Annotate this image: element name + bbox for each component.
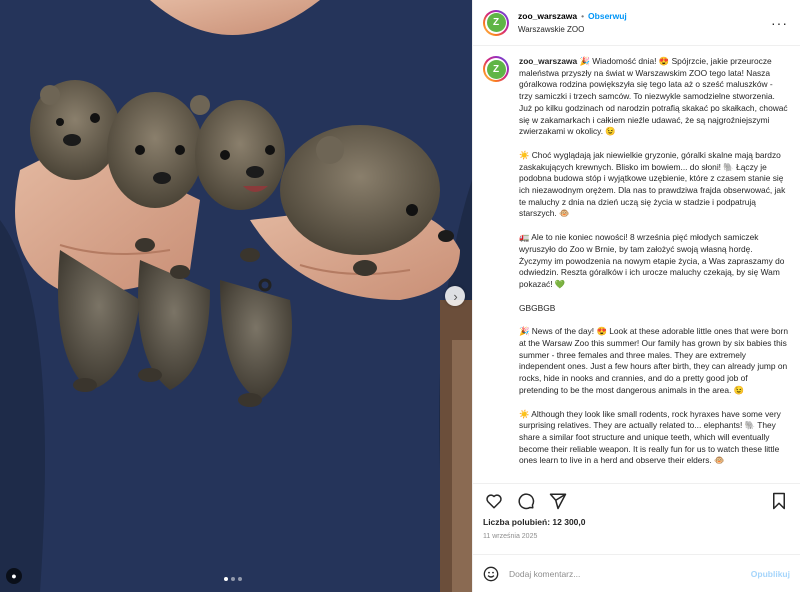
- zoo-logo-icon: Z: [492, 17, 500, 28]
- send-icon: [549, 493, 567, 509]
- author-line: zoo_warszawa • Obserwuj: [518, 10, 627, 23]
- caption-text: 🎉 Wiadomość dnia! 😍 Spójrzcie, jakie prz…: [519, 56, 788, 137]
- caption-scroll-area[interactable]: Z zoo_warszawa 🎉 Wiadomość dnia! 😍 Spójr…: [473, 46, 800, 483]
- share-button[interactable]: [547, 490, 569, 512]
- instagram-post-modal: › ● Z zoo_warszawa • Obserwuj Warszawski…: [0, 0, 800, 592]
- comment-button[interactable]: [515, 490, 537, 512]
- avatar-logo: Z: [486, 59, 506, 79]
- more-options-icon[interactable]: ···: [771, 15, 788, 31]
- caption-paragraph: GBGBGB: [519, 302, 556, 313]
- avatar-ring: Z: [485, 11, 507, 34]
- author-username[interactable]: zoo_warszawa: [518, 11, 577, 21]
- carousel-indicator: [224, 577, 242, 581]
- comment-input[interactable]: [509, 568, 751, 579]
- save-button[interactable]: [768, 490, 790, 512]
- hyrax-photo-illustration: [0, 0, 472, 592]
- caption-avatar[interactable]: Z: [483, 56, 509, 82]
- post-author-info: zoo_warszawa • Obserwuj Warszawskie ZOO: [518, 10, 627, 36]
- post-date[interactable]: 11 września 2025: [473, 530, 800, 548]
- caption-paragraph: ☀️ Although they look like small rodents…: [519, 408, 781, 466]
- caption-username[interactable]: zoo_warszawa: [519, 56, 577, 66]
- user-icon: ●: [11, 571, 17, 581]
- emoji-icon[interactable]: [483, 566, 499, 582]
- chevron-right-icon: ›: [453, 288, 458, 304]
- carousel-dot: [231, 577, 235, 581]
- post-details-panel: Z zoo_warszawa • Obserwuj Warszawskie ZOO …: [472, 0, 800, 592]
- avatar[interactable]: Z: [483, 9, 509, 36]
- post-caption: zoo_warszawa 🎉 Wiadomość dnia! 😍 Spójrzc…: [519, 56, 788, 483]
- follow-button[interactable]: Obserwuj: [588, 11, 627, 21]
- post-actions-bar: [473, 483, 800, 517]
- carousel-dot: [224, 577, 228, 581]
- caption-paragraph: 🎉 News of the day! 😍 Look at these adora…: [519, 326, 788, 395]
- comment-icon: [518, 492, 535, 509]
- comment-composer: Opublikuj: [473, 554, 800, 592]
- heart-icon: [486, 493, 502, 508]
- like-button[interactable]: [483, 490, 505, 512]
- bookmark-icon: [773, 492, 785, 509]
- publish-button[interactable]: Opublikuj: [751, 569, 790, 579]
- caption-paragraph: zoo_warszawa 🎉 Wiadomość dnia! 😍 Spójrzc…: [519, 56, 788, 138]
- separator-dot: •: [581, 10, 585, 21]
- post-header: Z zoo_warszawa • Obserwuj Warszawskie ZOO …: [473, 0, 800, 46]
- likes-count[interactable]: Liczba polubień: 12 300,0: [473, 517, 800, 530]
- carousel-next-button[interactable]: ›: [445, 286, 465, 306]
- carousel-dot: [238, 577, 242, 581]
- avatar-logo: Z: [486, 13, 506, 32]
- post-location[interactable]: Warszawskie ZOO: [518, 23, 627, 36]
- caption-paragraph: ☀️ Choć wyglądają jak niewielkie gryzoni…: [519, 149, 786, 219]
- post-photo[interactable]: › ●: [0, 0, 472, 592]
- zoo-logo-icon: Z: [492, 63, 500, 75]
- avatar-ring: Z: [485, 58, 507, 80]
- caption-paragraph: 🚛 Ale to nie koniec nowości! 8 września …: [519, 232, 785, 289]
- tagged-users-button[interactable]: ●: [6, 568, 22, 584]
